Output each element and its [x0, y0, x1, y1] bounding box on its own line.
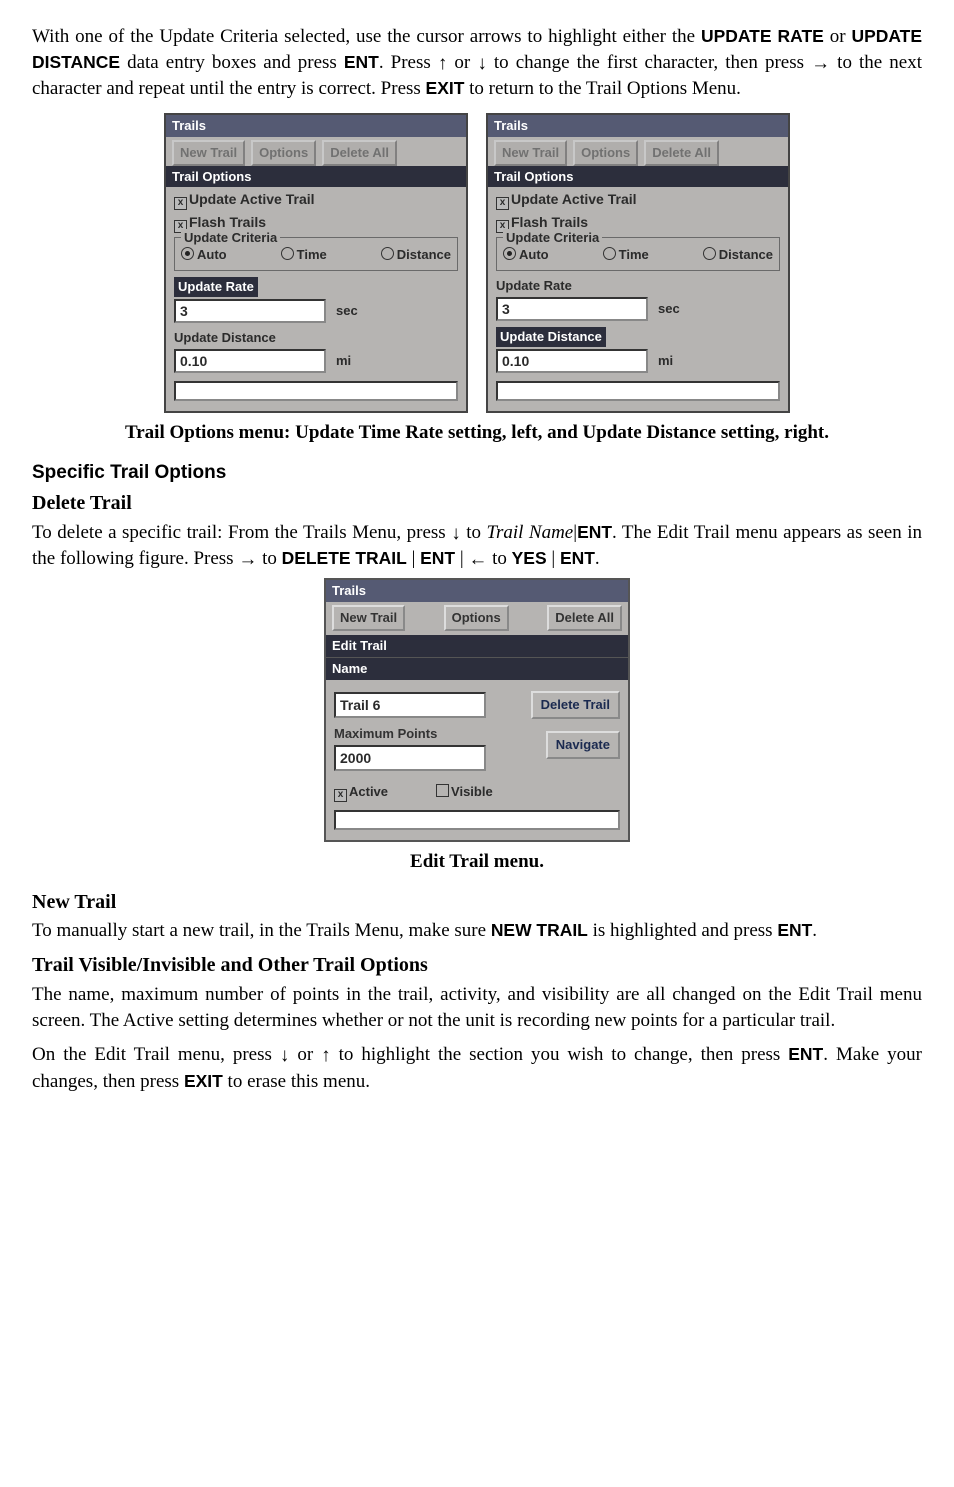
- radio-auto[interactable]: [503, 247, 516, 260]
- tab-new-trail[interactable]: New Trail: [494, 140, 567, 166]
- input-update-rate[interactable]: 3: [496, 297, 648, 321]
- input-update-distance[interactable]: 0.10: [174, 349, 326, 373]
- heading-specific-trail-options: Specific Trail Options: [32, 460, 922, 486]
- tab-new-trail[interactable]: New Trail: [332, 605, 405, 631]
- group-update-criteria: Update Criteria: [181, 229, 280, 247]
- label-active: Active: [349, 784, 388, 799]
- tab-options[interactable]: Options: [444, 605, 509, 631]
- new-trail-paragraph: To manually start a new trail, in the Tr…: [32, 918, 922, 944]
- radio-distance[interactable]: [703, 247, 716, 260]
- status-bar: [496, 381, 780, 401]
- label-update-distance: Update Distance: [174, 329, 458, 347]
- section-trail-options: Trail Options: [166, 166, 466, 188]
- caption-trail-options: Trail Options menu: Update Time Rate set…: [32, 421, 922, 446]
- delete-trail-paragraph: To delete a specific trail: From the Tra…: [32, 520, 922, 572]
- panel-title: Trails: [488, 115, 788, 137]
- label-flash-trails: Flash Trails: [511, 214, 588, 230]
- screenshot-right: Trails New Trail Options Delete All Trai…: [486, 113, 790, 414]
- checkbox-visible[interactable]: [436, 784, 449, 797]
- input-update-rate[interactable]: 3: [174, 299, 326, 323]
- tab-delete-all[interactable]: Delete All: [644, 140, 719, 166]
- edit-menu-paragraph: On the Edit Trail menu, press ↓ or ↑ to …: [32, 1042, 922, 1094]
- unit-sec: sec: [336, 302, 358, 320]
- tab-options[interactable]: Options: [573, 140, 638, 166]
- tab-new-trail[interactable]: New Trail: [172, 140, 245, 166]
- label-update-active: Update Active Trail: [189, 191, 315, 207]
- section-trail-options: Trail Options: [488, 166, 788, 188]
- heading-delete-trail: Delete Trail: [32, 490, 922, 518]
- radio-auto[interactable]: [181, 247, 194, 260]
- unit-sec: sec: [658, 300, 680, 318]
- caption-edit-trail: Edit Trail menu.: [32, 850, 922, 875]
- tab-options[interactable]: Options: [251, 140, 316, 166]
- group-update-criteria: Update Criteria: [503, 229, 602, 247]
- screenshot-left: Trails New Trail Options Delete All Trai…: [164, 113, 468, 414]
- checkbox-update-active[interactable]: x: [496, 197, 509, 210]
- label-update-active: Update Active Trail: [511, 191, 637, 207]
- intro-paragraph: With one of the Update Criteria selected…: [32, 24, 922, 103]
- panel-title: Trails: [326, 580, 628, 602]
- label-update-distance-selected: Update Distance: [496, 327, 606, 347]
- tab-delete-all[interactable]: Delete All: [322, 140, 397, 166]
- button-delete-trail[interactable]: Delete Trail: [531, 691, 620, 719]
- panel-title: Trails: [166, 115, 466, 137]
- label-visible: Visible: [451, 784, 493, 799]
- label-name: Name: [326, 657, 628, 680]
- label-update-rate: Update Rate: [496, 277, 780, 295]
- label-flash-trails: Flash Trails: [189, 214, 266, 230]
- button-navigate[interactable]: Navigate: [546, 731, 620, 759]
- input-trail-name[interactable]: Trail 6: [334, 692, 486, 718]
- input-max-points[interactable]: 2000: [334, 745, 486, 771]
- radio-distance[interactable]: [381, 247, 394, 260]
- label-max-points: Maximum Points: [334, 725, 486, 743]
- trail-options-screenshots: Trails New Trail Options Delete All Trai…: [32, 113, 922, 414]
- unit-mi: mi: [658, 352, 673, 370]
- radio-time[interactable]: [281, 247, 294, 260]
- edit-trail-screenshot: Trails New Trail Options Delete All Edit…: [324, 578, 630, 842]
- radio-time[interactable]: [603, 247, 616, 260]
- heading-visible-invisible: Trail Visible/Invisible and Other Trail …: [32, 952, 922, 980]
- label-update-rate-selected: Update Rate: [174, 277, 258, 297]
- section-edit-trail: Edit Trail: [326, 635, 628, 657]
- checkbox-active[interactable]: x: [334, 789, 347, 802]
- checkbox-update-active[interactable]: x: [174, 197, 187, 210]
- input-update-distance[interactable]: 0.10: [496, 349, 648, 373]
- visible-paragraph: The name, maximum number of points in th…: [32, 982, 922, 1034]
- heading-new-trail: New Trail: [32, 889, 922, 917]
- unit-mi: mi: [336, 352, 351, 370]
- tab-delete-all[interactable]: Delete All: [547, 605, 622, 631]
- status-bar: [334, 810, 620, 830]
- status-bar: [174, 381, 458, 401]
